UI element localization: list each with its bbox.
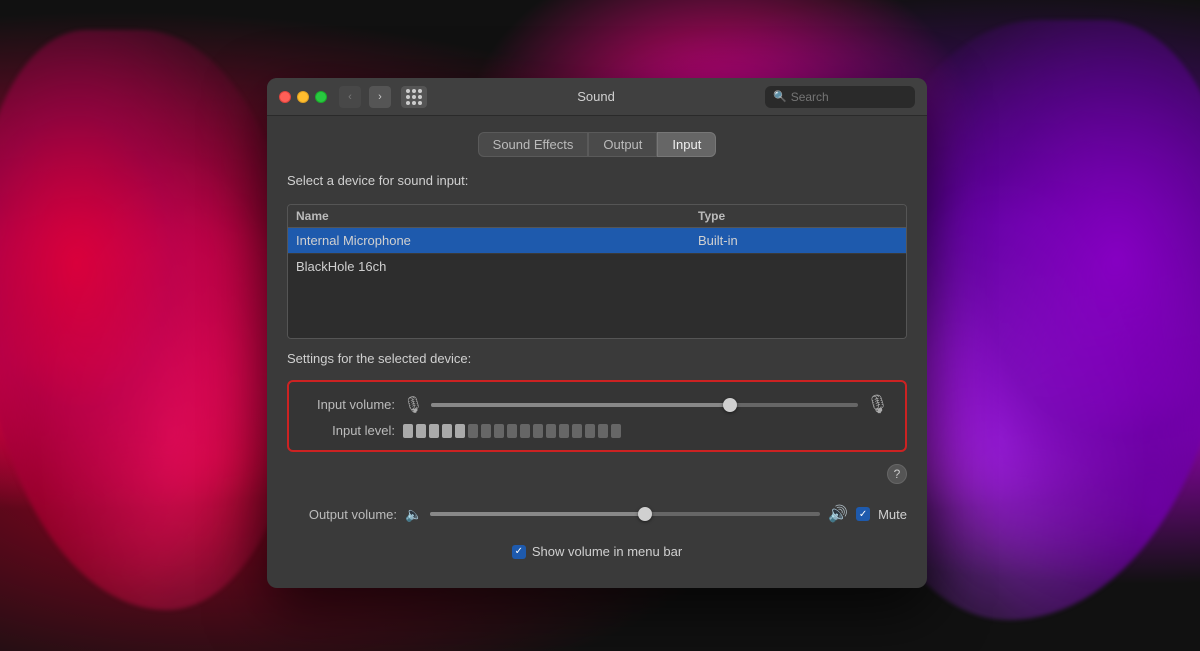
show-volume-label: Show volume in menu bar: [532, 544, 682, 559]
device-name: Internal Microphone: [296, 233, 698, 248]
device-table: Name Type Internal Microphone Built-in B…: [287, 204, 907, 339]
device-name: BlackHole 16ch: [296, 259, 698, 274]
maximize-button[interactable]: [315, 91, 327, 103]
minimize-button[interactable]: [297, 91, 309, 103]
grid-view-button[interactable]: [401, 86, 427, 108]
column-type: Type: [698, 209, 898, 223]
titlebar: ‹ › Sound 🔍: [267, 78, 927, 116]
settings-heading: Settings for the selected device:: [287, 351, 907, 366]
level-bar: [481, 424, 491, 438]
volume-icon-loud: 🔊: [828, 504, 848, 524]
level-bar: [455, 424, 465, 438]
input-volume-row: Input volume: 🎙 🎙: [305, 394, 889, 415]
level-bar: [468, 424, 478, 438]
mic-icon-large: 🎙: [866, 394, 889, 415]
input-level-row: Input level:: [305, 423, 889, 438]
level-bar: [494, 424, 504, 438]
tab-bar: Sound Effects Output Input: [287, 132, 907, 157]
settings-box: Input volume: 🎙 🎙 Input level:: [287, 380, 907, 452]
table-header: Name Type: [288, 205, 906, 228]
search-box[interactable]: 🔍: [765, 86, 915, 108]
sound-preferences-window: ‹ › Sound 🔍 Sound Effects Output Input S…: [267, 78, 927, 588]
output-volume-slider[interactable]: [430, 504, 820, 524]
search-input[interactable]: [791, 90, 907, 104]
content-area: Sound Effects Output Input Select a devi…: [267, 116, 927, 588]
tab-input[interactable]: Input: [657, 132, 716, 157]
window-title: Sound: [435, 89, 757, 104]
level-bar: [442, 424, 452, 438]
table-row[interactable]: Internal Microphone Built-in: [288, 228, 906, 254]
close-button[interactable]: [279, 91, 291, 103]
output-volume-row: Output volume: 🔈 🔊 ✓ Mute: [287, 496, 907, 528]
level-bar: [520, 424, 530, 438]
input-level-meters: [403, 424, 621, 438]
level-bar: [403, 424, 413, 438]
show-volume-row: ✓ Show volume in menu bar: [287, 544, 907, 559]
show-volume-checkbox[interactable]: ✓: [512, 545, 526, 559]
mute-checkbox[interactable]: ✓: [856, 507, 870, 521]
device-type: Built-in: [698, 233, 898, 248]
output-volume-label: Output volume:: [287, 507, 397, 522]
level-bar: [585, 424, 595, 438]
help-button[interactable]: ?: [887, 464, 907, 484]
column-name: Name: [296, 209, 698, 223]
table-row[interactable]: BlackHole 16ch: [288, 254, 906, 279]
input-level-label: Input level:: [305, 423, 395, 438]
level-bar: [507, 424, 517, 438]
input-volume-slider[interactable]: [431, 395, 858, 415]
table-body: Internal Microphone Built-in BlackHole 1…: [288, 228, 906, 338]
search-icon: 🔍: [773, 90, 787, 103]
device-type: [698, 259, 898, 274]
level-bar: [611, 424, 621, 438]
level-bar: [598, 424, 608, 438]
mic-icon-small: 🎙: [403, 395, 423, 415]
section-heading: Select a device for sound input:: [287, 173, 907, 188]
level-bar: [416, 424, 426, 438]
level-bar: [559, 424, 569, 438]
tab-sound-effects[interactable]: Sound Effects: [478, 132, 589, 157]
back-button[interactable]: ‹: [339, 86, 361, 108]
traffic-lights: [279, 91, 327, 103]
mute-label: Mute: [878, 507, 907, 522]
level-bar: [572, 424, 582, 438]
input-volume-label: Input volume:: [305, 397, 395, 412]
tab-output[interactable]: Output: [588, 132, 657, 157]
level-bar: [429, 424, 439, 438]
volume-icon-mute: 🔈: [405, 506, 422, 523]
level-bar: [546, 424, 556, 438]
level-bar: [533, 424, 543, 438]
forward-button[interactable]: ›: [369, 86, 391, 108]
